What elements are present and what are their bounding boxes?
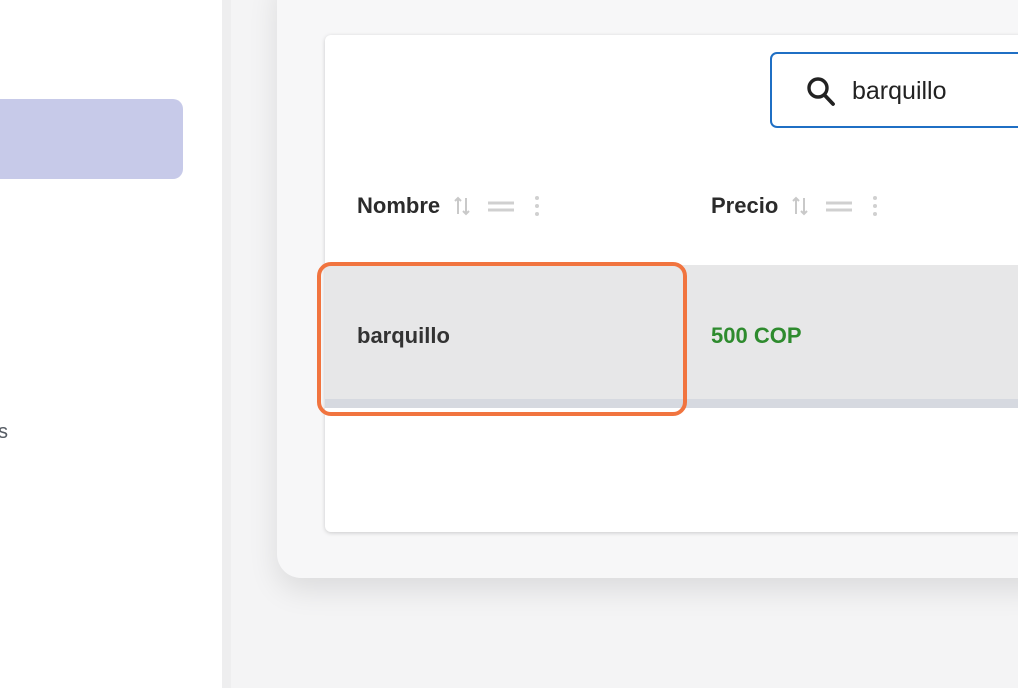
- sidebar: s: [0, 0, 222, 688]
- column-menu-icon[interactable]: [868, 194, 882, 218]
- sort-icon[interactable]: [452, 194, 472, 218]
- sidebar-item-active[interactable]: [0, 99, 183, 179]
- sort-icon[interactable]: [790, 194, 810, 218]
- column-title: Precio: [711, 193, 779, 218]
- selected-cell-highlight: [317, 262, 687, 416]
- cell-precio[interactable]: 500 COP: [711, 323, 802, 349]
- column-header-precio[interactable]: Precio: [711, 191, 896, 221]
- search-field[interactable]: [770, 52, 1018, 128]
- sidebar-item-label[interactable]: s: [0, 421, 8, 444]
- search-input[interactable]: [852, 73, 1018, 109]
- column-header-nombre[interactable]: Nombre: [357, 191, 558, 221]
- search-icon: [807, 77, 835, 106]
- drag-handle-icon[interactable]: [824, 194, 854, 218]
- table-header: Nombre Precio: [325, 175, 1018, 235]
- drag-handle-icon[interactable]: [486, 194, 516, 218]
- column-menu-icon[interactable]: [530, 194, 544, 218]
- sidebar-divider: [222, 0, 231, 688]
- column-title: Nombre: [357, 193, 441, 218]
